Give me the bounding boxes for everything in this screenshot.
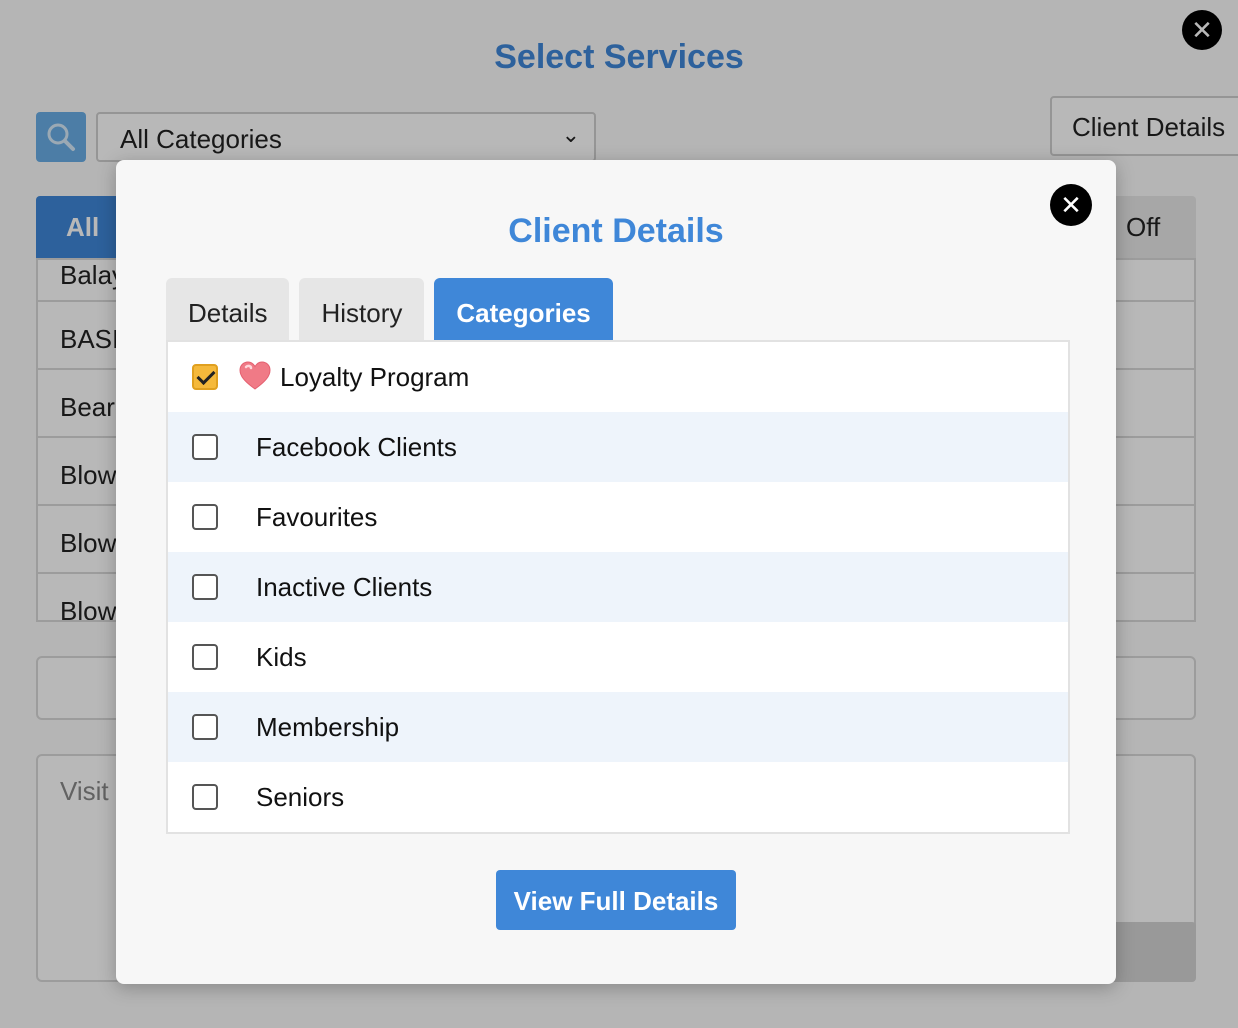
category-label: Loyalty Program xyxy=(280,362,470,392)
inactive-clients-checkbox[interactable] xyxy=(192,574,218,600)
facebook-clients-checkbox[interactable] xyxy=(192,434,218,460)
client-details-modal: ✕ Client Details Details History Categor… xyxy=(116,160,1116,984)
category-label: Kids xyxy=(256,642,307,672)
view-full-details-button[interactable]: View Full Details xyxy=(496,870,736,930)
tab-details[interactable]: Details xyxy=(166,278,290,340)
modal-tabs: Details History Categories xyxy=(166,278,613,340)
kids-checkbox[interactable] xyxy=(192,644,218,670)
list-item[interactable]: Inactive Clients xyxy=(168,552,1068,622)
list-item[interactable]: Seniors xyxy=(168,762,1068,832)
category-list: Loyalty Program Facebook Clients Favouri… xyxy=(166,340,1070,834)
heart-icon xyxy=(239,361,271,390)
tab-history[interactable]: History xyxy=(299,278,425,340)
list-item[interactable]: Favourites xyxy=(168,482,1068,552)
modal-title: Client Details xyxy=(508,212,724,250)
favourites-checkbox[interactable] xyxy=(192,504,218,530)
category-label: Membership xyxy=(256,712,400,742)
loyalty-program-checkbox[interactable] xyxy=(192,364,218,390)
list-item[interactable]: Facebook Clients xyxy=(168,412,1068,482)
category-label: Inactive Clients xyxy=(256,572,433,602)
category-label: Favourites xyxy=(256,502,378,532)
seniors-checkbox[interactable] xyxy=(192,784,218,810)
tab-categories[interactable]: Categories xyxy=(434,278,613,340)
category-label: Seniors xyxy=(256,782,345,812)
list-item[interactable]: Kids xyxy=(168,622,1068,692)
membership-checkbox[interactable] xyxy=(192,714,218,740)
category-label: Facebook Clients xyxy=(256,432,457,462)
list-item[interactable]: Membership xyxy=(168,692,1068,762)
list-item[interactable]: Loyalty Program xyxy=(168,342,1068,412)
